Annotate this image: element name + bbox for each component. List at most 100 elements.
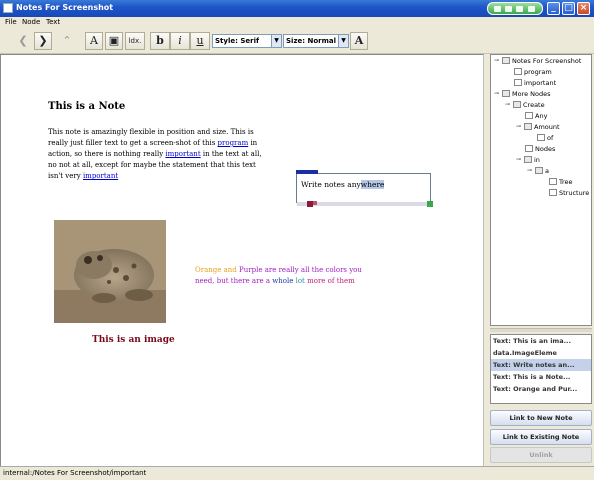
edit-box-text[interactable]: Write notes anywhere (301, 180, 385, 189)
tree-item-amount[interactable]: Amount (524, 122, 560, 132)
maximize-button[interactable]: □ (562, 2, 575, 15)
close-button[interactable]: × (577, 2, 590, 15)
expand-icon[interactable]: ⊸ (516, 156, 521, 163)
window-title: Notes For Screenshot (16, 3, 114, 12)
size-select[interactable]: Size: Normal ▼ (283, 34, 349, 48)
image-caption[interactable]: This is an image (92, 335, 175, 345)
resize-handle[interactable] (313, 201, 317, 205)
tree-item-in[interactable]: in (524, 155, 540, 165)
forward-icon[interactable]: ❯ (34, 32, 52, 50)
ldx-button[interactable]: ldx. (125, 32, 145, 50)
tree-item-a[interactable]: a (535, 166, 549, 176)
note-icon (525, 112, 533, 119)
style-select[interactable]: Style: Serif ▼ (212, 34, 282, 48)
unlink-button[interactable]: Unlink (490, 447, 592, 463)
menu-file[interactable]: File (5, 18, 17, 26)
tree-item-structure[interactable]: Structure (549, 188, 589, 198)
node-tree[interactable]: ⊸ Notes For Screenshot program important… (490, 54, 592, 326)
folder-icon (513, 101, 521, 108)
underline-button[interactable]: u (190, 32, 210, 50)
style-select-value: Style: Serif (215, 37, 260, 45)
menu-node[interactable]: Node (22, 18, 40, 26)
tree-label: Nodes (535, 145, 556, 153)
tree-label: of (547, 134, 554, 142)
colored-text: lot (295, 277, 305, 285)
tree-label: program (524, 68, 552, 76)
widget-icon[interactable] (516, 6, 523, 12)
note-link-program[interactable]: program (218, 139, 249, 147)
title-widget-group[interactable] (487, 2, 543, 15)
tree-root[interactable]: Notes For Screenshot (502, 56, 581, 66)
menu-text[interactable]: Text (46, 18, 60, 26)
note-icon (537, 134, 545, 141)
tree-item-nodes[interactable]: Nodes (525, 144, 555, 154)
tree-item-of[interactable]: of (537, 133, 553, 143)
tree-label: in (534, 156, 540, 164)
tree-item-create[interactable]: Create (513, 100, 545, 110)
list-item[interactable]: data.ImageEleme (491, 347, 591, 359)
menu-bar: File Node Text (0, 17, 594, 28)
note-icon (514, 79, 522, 86)
and-word: and (223, 266, 237, 274)
folder-icon (524, 156, 532, 163)
back-icon[interactable]: ❮ (14, 32, 32, 50)
note-icon (514, 68, 522, 75)
link-new-note-button[interactable]: Link to New Note (490, 410, 592, 426)
note-icon (525, 145, 533, 152)
tree-label: Structure (559, 189, 590, 197)
image-icon[interactable]: ▣ (105, 32, 123, 50)
toolbar: ❮ ❯ ⌃ A ▣ ldx. b i u Style: Serif ▼ Size… (0, 28, 594, 54)
expand-icon[interactable]: ⊸ (494, 90, 499, 97)
element-list[interactable]: Text: This is an ima... data.ImageEleme … (490, 334, 592, 404)
pane-splitter[interactable] (490, 328, 592, 332)
up-icon[interactable]: ⌃ (58, 32, 76, 50)
expand-icon[interactable]: ⊸ (527, 167, 532, 174)
tree-item-program[interactable]: program (514, 67, 552, 77)
drag-handle[interactable] (296, 170, 318, 174)
title-bar: Notes For Screenshot _ □ × (0, 0, 594, 17)
note-canvas[interactable]: This is a Note This note is amazingly fl… (0, 54, 484, 466)
note-link-important[interactable]: important (165, 150, 200, 158)
widget-icon[interactable] (528, 6, 535, 12)
note-icon (549, 189, 557, 196)
tree-label: Any (535, 112, 548, 120)
size-select-value: Size: Normal (286, 37, 337, 45)
note-link-important[interactable]: important (83, 172, 118, 180)
note-body[interactable]: This note is amazingly flexible in posit… (48, 127, 270, 182)
list-item[interactable]: Text: Write notes an... (491, 359, 591, 371)
folder-icon (502, 57, 510, 64)
text-color-button[interactable]: A (350, 32, 368, 50)
widget-icon[interactable] (494, 6, 501, 12)
widget-icon[interactable] (505, 6, 512, 12)
bold-button[interactable]: b (150, 32, 170, 50)
tree-label: important (524, 79, 557, 87)
note-edit-box[interactable]: Write notes anywhere (296, 170, 433, 207)
note-icon (549, 178, 557, 185)
selected-text: where (360, 180, 385, 189)
chevron-down-icon: ▼ (271, 35, 281, 47)
colored-text: whole (272, 277, 294, 285)
italic-button[interactable]: i (170, 32, 190, 50)
list-item[interactable]: Text: This is a Note... (491, 371, 591, 383)
expand-icon[interactable]: ⊸ (505, 101, 510, 108)
colored-text-note[interactable]: Orange and Purple are really all the col… (195, 265, 375, 287)
expand-icon[interactable]: ⊸ (494, 57, 499, 64)
font-icon[interactable]: A (85, 32, 103, 50)
tree-item-important[interactable]: important (514, 78, 556, 88)
tree-item-tree[interactable]: Tree (549, 177, 573, 187)
chevron-down-icon: ▼ (338, 35, 348, 47)
folder-icon (535, 167, 543, 174)
note-title[interactable]: This is a Note (48, 101, 125, 112)
link-existing-note-button[interactable]: Link to Existing Note (490, 429, 592, 445)
edit-text: Write notes any (301, 180, 361, 189)
tree-label: Tree (559, 178, 573, 186)
tree-item-any[interactable]: Any (525, 111, 547, 121)
tree-item-more-nodes[interactable]: More Nodes (502, 89, 551, 99)
list-item[interactable]: Text: This is an ima... (491, 335, 591, 347)
resize-handle[interactable] (427, 201, 433, 207)
minimize-button[interactable]: _ (547, 2, 560, 15)
toad-image[interactable] (54, 220, 166, 323)
edit-box-footer (297, 202, 432, 206)
list-item[interactable]: Text: Orange and Pur... (491, 383, 591, 395)
expand-icon[interactable]: ⊸ (516, 123, 521, 130)
